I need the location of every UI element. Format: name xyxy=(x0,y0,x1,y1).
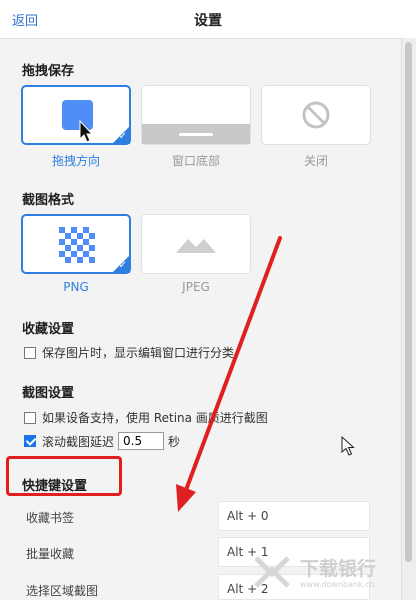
format-option-png-label: PNG xyxy=(63,280,89,294)
format-option-png[interactable]: ✓ xyxy=(21,214,131,274)
format-option-jpeg-label: JPEG xyxy=(182,280,210,294)
watermark: 下载银行 www.downbank.cn xyxy=(250,548,410,598)
show-edit-window-label: 保存图片时，显示编辑窗口进行分类 xyxy=(42,346,235,360)
drag-option-window-bottom-label: 窗口底部 xyxy=(171,154,220,168)
retina-checkbox[interactable] xyxy=(24,411,36,424)
screenshot-settings-title: 截图设置 xyxy=(22,386,75,401)
shortcut-field-bookmark[interactable]: Alt + 0 xyxy=(218,501,370,531)
format-option-jpeg[interactable] xyxy=(141,214,251,274)
page-title: 设置 xyxy=(194,13,222,29)
scroll-delay-unit: 秒 xyxy=(168,434,181,449)
watermark-text: 下载银行 xyxy=(300,558,377,580)
scroll-delay-label: 滚动截图延迟 xyxy=(42,434,115,449)
scroll-delay-checkbox[interactable] xyxy=(24,435,36,447)
check-icon: ✓ xyxy=(118,260,127,271)
shortcut-label-region: 选择区域截图 xyxy=(26,584,99,598)
favorites-title: 收藏设置 xyxy=(22,322,75,337)
drag-save-title: 拖拽保存 xyxy=(22,64,75,79)
check-icon: ✓ xyxy=(118,131,127,142)
drag-option-off-label: 关闭 xyxy=(303,154,328,168)
shortcut-label-bookmark: 收藏书签 xyxy=(26,511,75,525)
mouse-cursor-icon xyxy=(341,436,355,456)
highlight-box xyxy=(6,456,122,496)
drag-option-off[interactable] xyxy=(261,85,371,145)
scroll-delay-input[interactable] xyxy=(118,432,165,450)
retina-label: 如果设备支持，使用 Retina 画质进行截图 xyxy=(42,411,268,425)
show-edit-window-row[interactable]: 保存图片时，显示编辑窗口进行分类 xyxy=(24,344,234,361)
disabled-icon xyxy=(302,101,330,129)
retina-row[interactable]: 如果设备支持，使用 Retina 画质进行截图 xyxy=(24,409,268,426)
window-bottom-icon xyxy=(142,124,250,144)
shortcut-label-batch: 批量收藏 xyxy=(26,547,75,561)
jpeg-mountain-icon xyxy=(176,239,216,253)
scroll-delay-row[interactable]: 滚动截图延迟 秒 xyxy=(24,432,180,450)
header-bar: 返回 设置 xyxy=(0,0,416,39)
watermark-logo-icon xyxy=(254,556,290,588)
scrollbar-thumb[interactable] xyxy=(405,42,412,562)
drag-option-window-bottom[interactable] xyxy=(141,85,251,145)
drag-option-direction[interactable]: ✓ xyxy=(21,85,131,145)
watermark-subtext: www.downbank.cn xyxy=(300,580,375,589)
format-title: 截图格式 xyxy=(22,193,75,208)
vertical-scrollbar[interactable] xyxy=(401,38,416,600)
show-edit-window-checkbox[interactable] xyxy=(24,346,36,359)
drag-option-direction-label: 拖拽方向 xyxy=(51,154,100,168)
